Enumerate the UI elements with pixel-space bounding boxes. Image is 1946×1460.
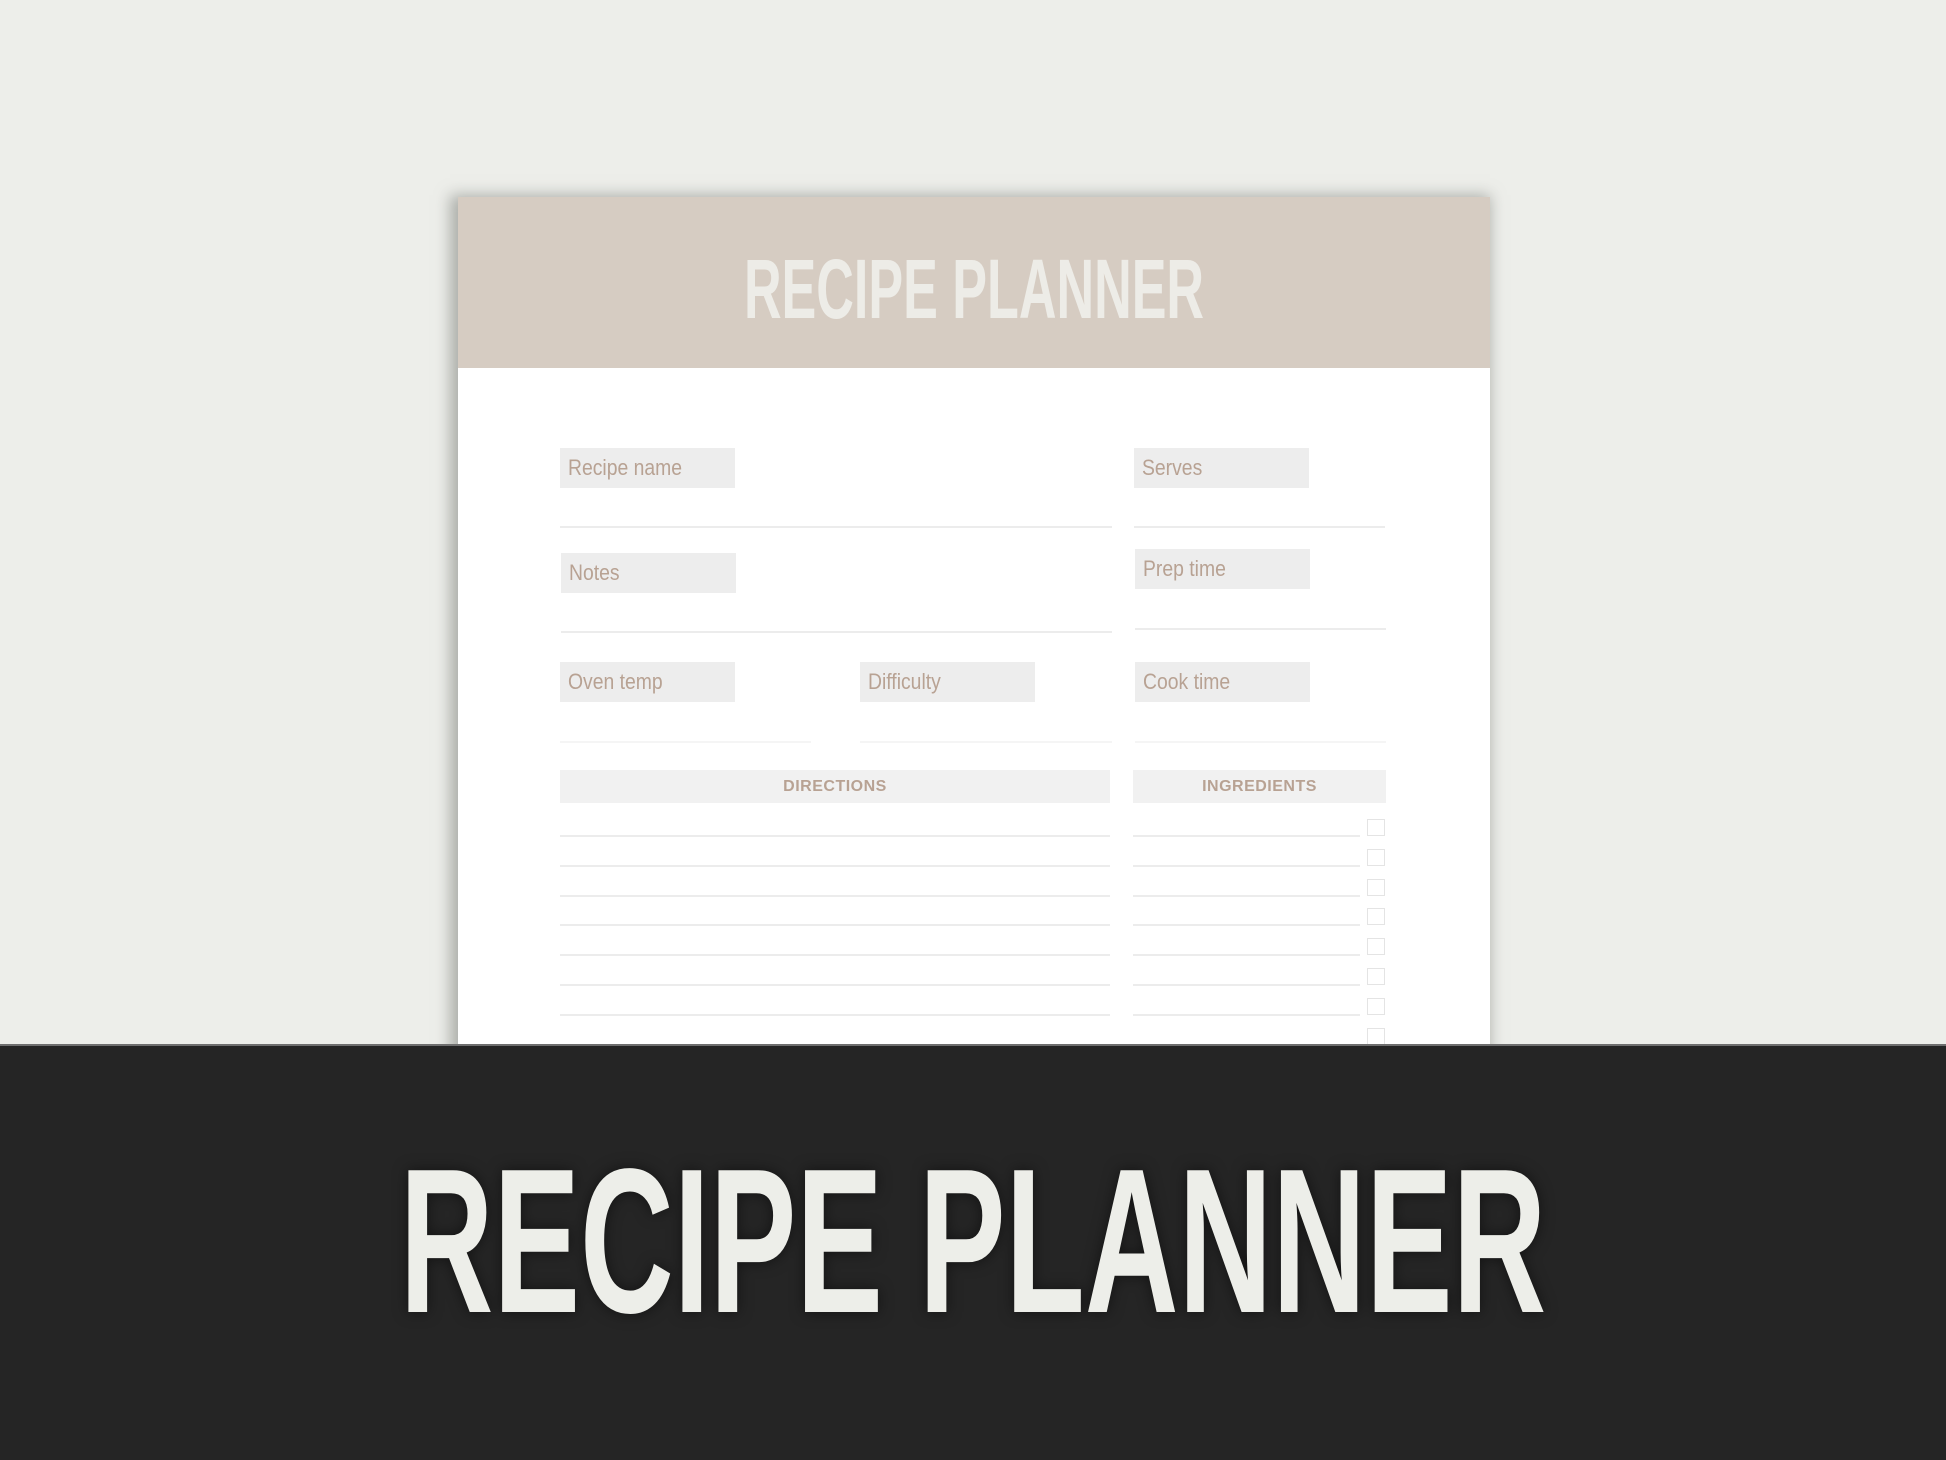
recipe-planner-sheet: RECIPE PLANNER Recipe name Serves Notes …	[458, 197, 1490, 1097]
oven-temp-label: Oven temp	[560, 662, 735, 702]
serves-label: Serves	[1134, 448, 1309, 488]
title-banner: RECIPE PLANNER	[0, 1044, 1946, 1460]
direction-line[interactable]	[560, 924, 1110, 927]
ingredient-line[interactable]	[1133, 954, 1360, 957]
sheet-header: RECIPE PLANNER	[458, 197, 1490, 368]
prep-time-field[interactable]	[1135, 628, 1386, 630]
direction-line[interactable]	[560, 984, 1110, 986]
notes-field[interactable]	[561, 631, 1112, 633]
recipe-name-field[interactable]	[560, 526, 1112, 528]
ingredient-checkbox[interactable]	[1367, 878, 1385, 896]
direction-line[interactable]	[560, 894, 1110, 897]
ingredient-checkbox[interactable]	[1367, 819, 1385, 836]
serves-field[interactable]	[1134, 526, 1385, 528]
sheet-title: RECIPE PLANNER	[743, 242, 1205, 336]
ingredient-line[interactable]	[1133, 924, 1360, 927]
notes-label: Notes	[561, 553, 736, 593]
direction-line[interactable]	[560, 864, 1110, 867]
ingredient-line[interactable]	[1133, 984, 1360, 986]
difficulty-label: Difficulty	[860, 662, 1035, 702]
cook-time-field[interactable]	[1135, 741, 1386, 743]
recipe-name-label: Recipe name	[560, 448, 735, 488]
ingredient-line[interactable]	[1133, 835, 1360, 837]
ingredient-checkbox[interactable]	[1367, 968, 1385, 985]
difficulty-field[interactable]	[860, 741, 1112, 743]
ingredient-checkbox[interactable]	[1367, 908, 1385, 926]
ingredient-checkbox[interactable]	[1367, 848, 1385, 866]
direction-line[interactable]	[560, 835, 1110, 837]
directions-header: DIRECTIONS	[560, 770, 1110, 803]
ingredient-checkbox[interactable]	[1367, 1027, 1385, 1045]
oven-temp-field[interactable]	[560, 741, 811, 743]
prep-time-label: Prep time	[1135, 549, 1310, 589]
ingredients-header: INGREDIENTS	[1133, 770, 1386, 803]
ingredient-checkbox[interactable]	[1367, 997, 1385, 1015]
ingredient-line[interactable]	[1133, 1013, 1360, 1016]
ingredient-line[interactable]	[1133, 864, 1360, 867]
ingredient-line[interactable]	[1133, 894, 1360, 897]
direction-line[interactable]	[560, 954, 1110, 957]
direction-line[interactable]	[560, 1013, 1110, 1016]
banner-title: RECIPE PLANNER	[399, 1126, 1547, 1356]
ingredient-checkbox[interactable]	[1367, 938, 1385, 956]
cook-time-label: Cook time	[1135, 662, 1310, 702]
